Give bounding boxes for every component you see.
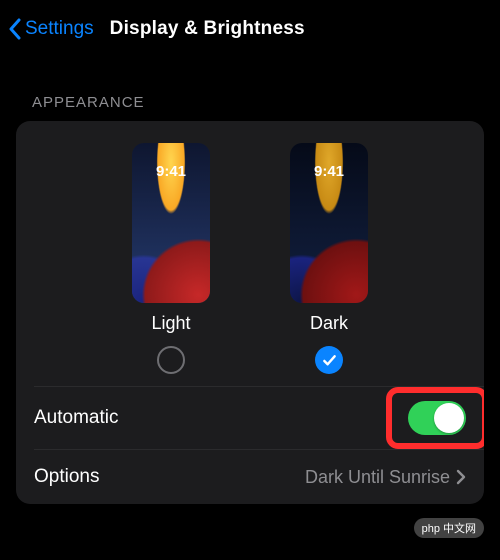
light-mode-preview: 9:41 — [132, 143, 210, 303]
options-row[interactable]: Options Dark Until Sunrise — [16, 450, 484, 504]
toggle-knob — [434, 403, 464, 433]
back-label: Settings — [25, 18, 94, 40]
checkmark-icon — [322, 353, 337, 368]
options-label: Options — [34, 466, 99, 488]
appearance-card: 9:41 Light 9:41 Dark — [16, 121, 484, 504]
automatic-toggle[interactable] — [408, 401, 466, 435]
watermark-badge: php 中文网 — [414, 518, 484, 538]
back-button[interactable]: Settings — [8, 18, 94, 40]
appearance-section-header: APPEARANCE — [0, 54, 500, 121]
options-detail: Dark Until Sunrise — [305, 467, 466, 488]
appearance-option-light[interactable]: 9:41 Light — [132, 143, 210, 374]
dark-label: Dark — [310, 313, 348, 334]
light-label: Light — [151, 313, 190, 334]
preview-widgets — [300, 198, 358, 248]
automatic-label: Automatic — [34, 407, 118, 429]
appearance-row: 9:41 Light 9:41 Dark — [16, 121, 484, 386]
dark-radio[interactable] — [315, 346, 343, 374]
chevron-left-icon — [8, 18, 22, 40]
automatic-row: Automatic — [16, 387, 484, 449]
options-detail-text: Dark Until Sunrise — [305, 467, 450, 488]
navigation-bar: Settings Display & Brightness — [0, 0, 500, 54]
appearance-option-dark[interactable]: 9:41 Dark — [290, 143, 368, 374]
preview-time: 9:41 — [132, 163, 210, 180]
dark-mode-preview: 9:41 — [290, 143, 368, 303]
chevron-right-icon — [456, 469, 466, 485]
light-radio[interactable] — [157, 346, 185, 374]
preview-time: 9:41 — [290, 163, 368, 180]
page-title: Display & Brightness — [110, 18, 305, 40]
preview-widgets — [142, 198, 200, 248]
